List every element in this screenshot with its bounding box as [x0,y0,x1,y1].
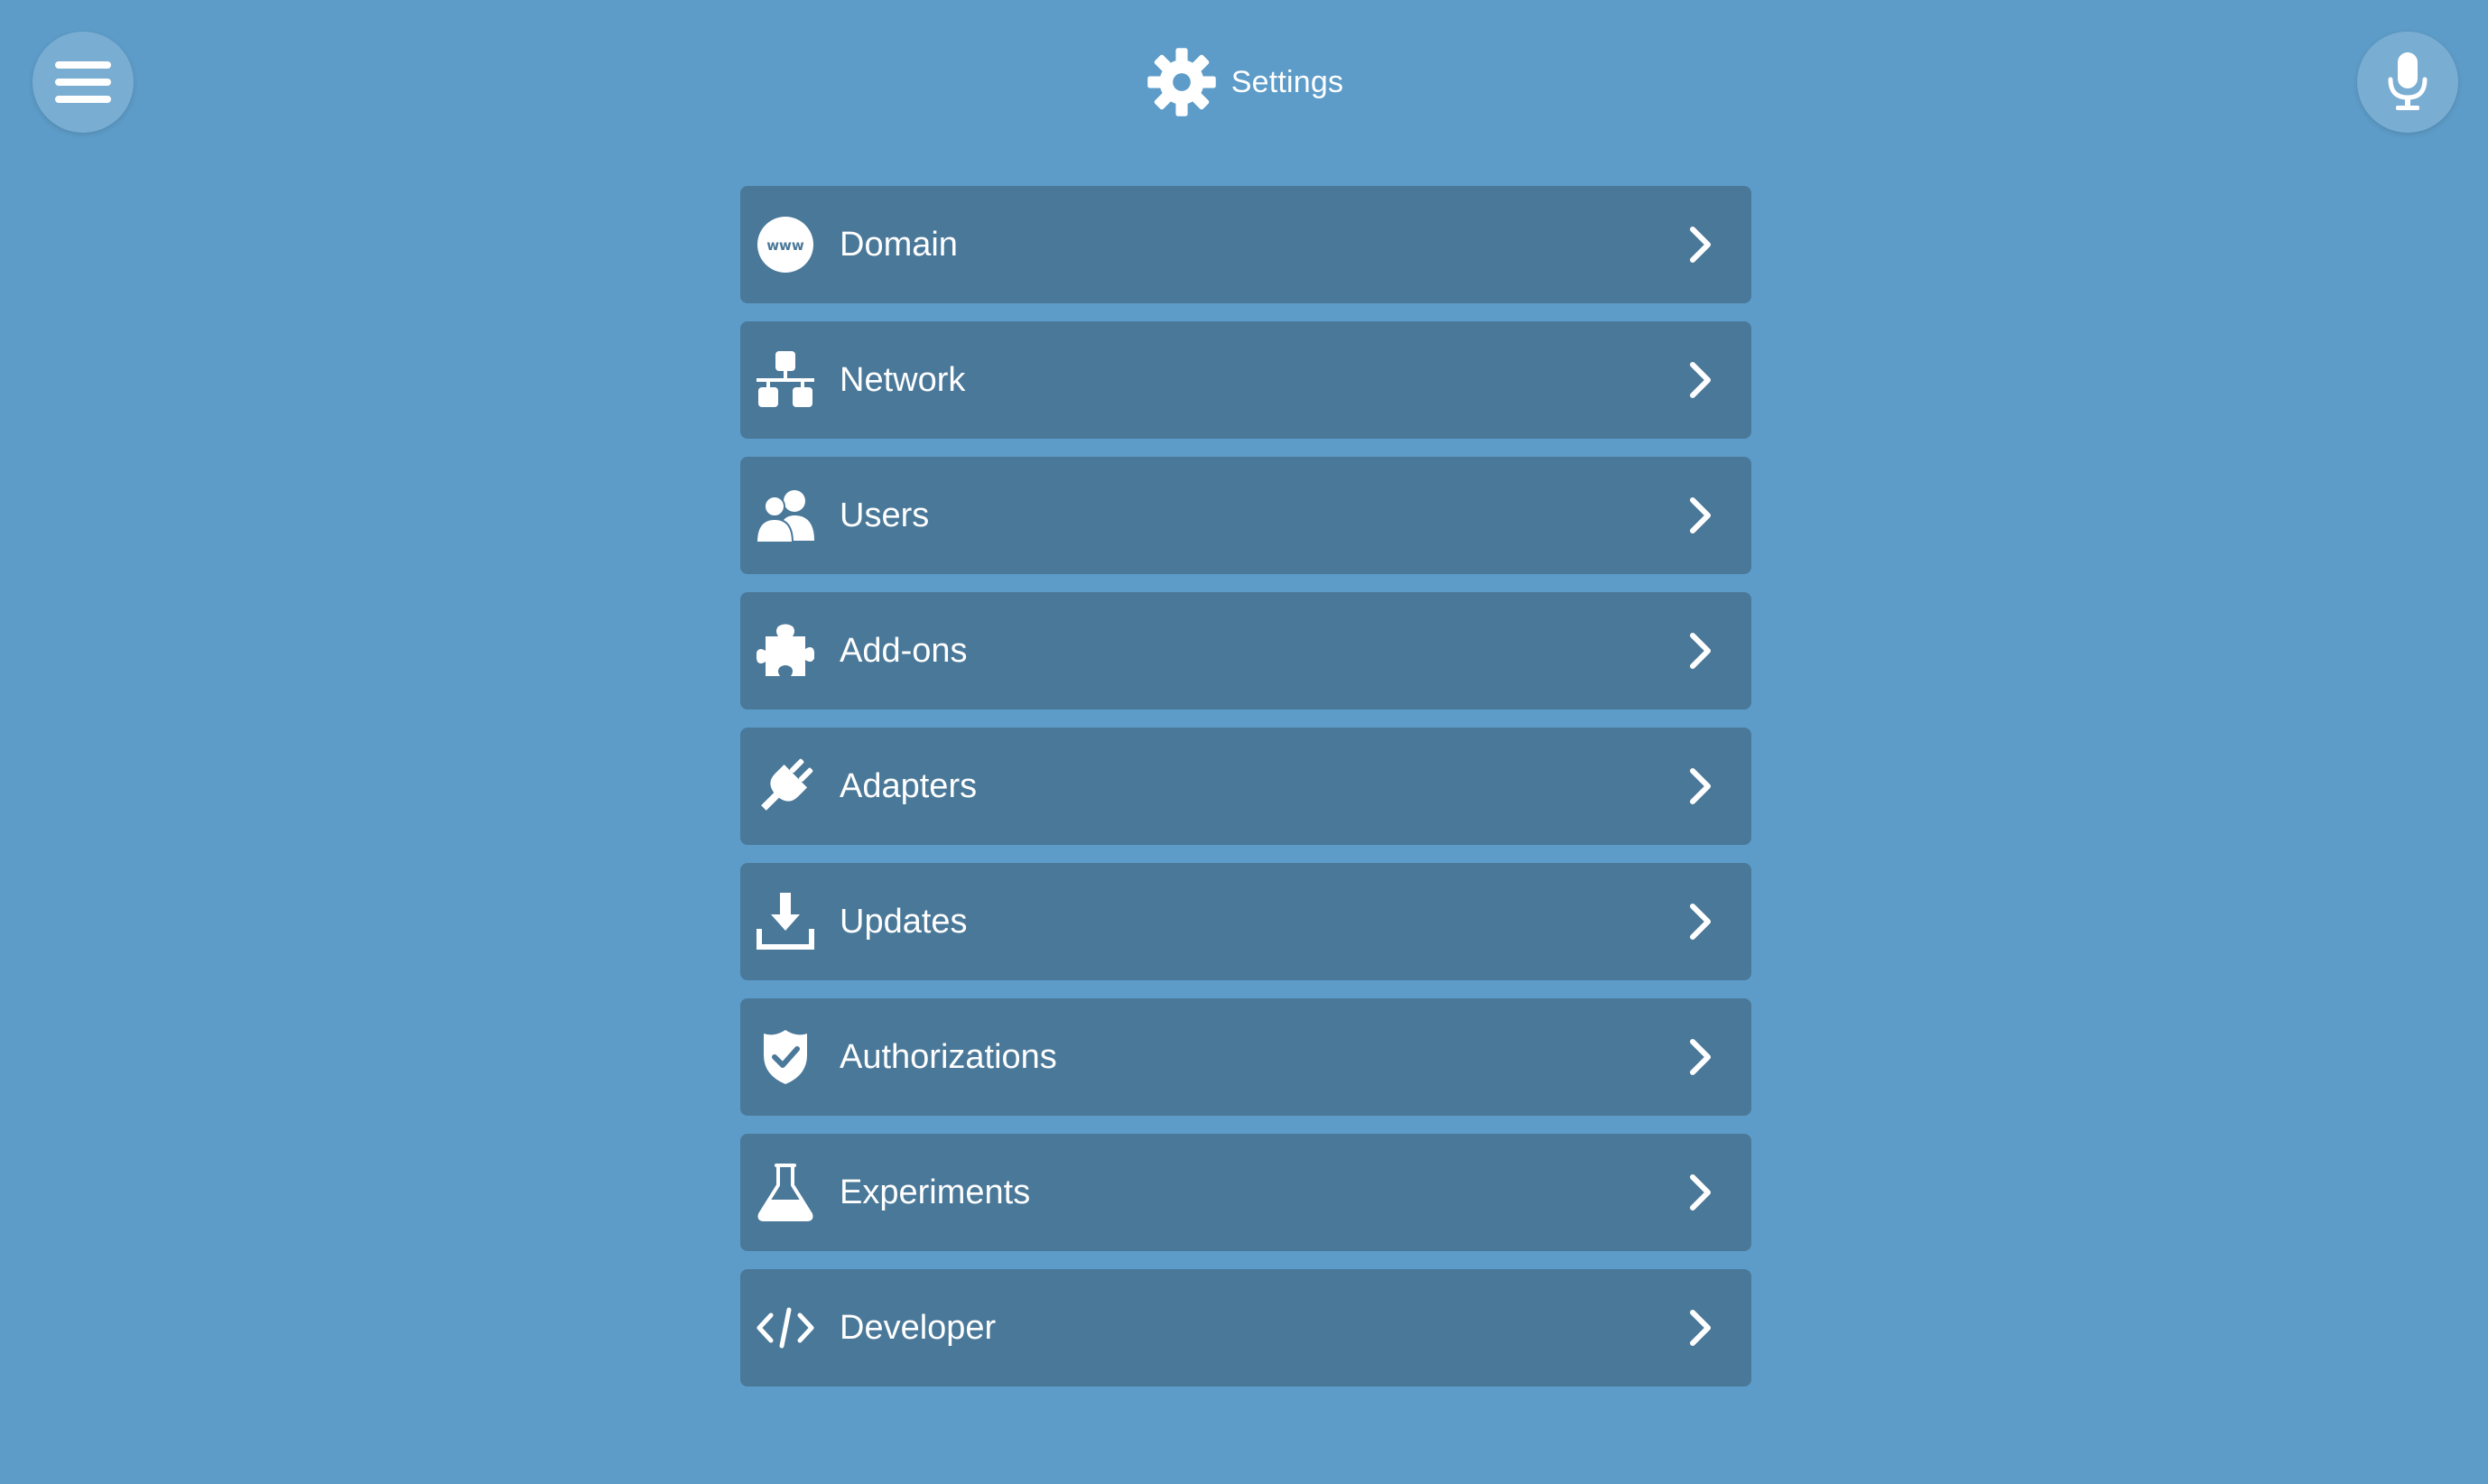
settings-item-network[interactable]: Network [740,321,1751,439]
voice-input-button[interactable] [2357,32,2458,133]
settings-item-developer[interactable]: Developer [740,1269,1751,1387]
puzzle-piece-icon [757,622,814,680]
settings-item-label: Updates [840,903,968,941]
www-globe-icon: www [757,216,814,274]
chevron-right-icon [1679,765,1721,807]
settings-item-updates[interactable]: Updates [740,863,1751,980]
chevron-right-icon [1679,1307,1721,1349]
settings-item-users[interactable]: Users [740,457,1751,574]
settings-item-label: Network [840,361,966,399]
page-header: Settings [0,42,2488,123]
settings-item-label: Domain [840,226,958,264]
settings-item-label: Adapters [840,767,978,805]
network-icon [757,351,814,409]
chevron-right-icon [1679,1172,1721,1213]
flask-icon [757,1164,814,1221]
chevron-right-icon [1679,630,1721,672]
settings-item-label: Authorizations [840,1038,1057,1076]
settings-item-experiments[interactable]: Experiments [740,1134,1751,1251]
settings-item-label: Users [840,496,930,534]
settings-list: www Domain Network Users Add-ons Adapter… [740,186,1751,1405]
svg-text:www: www [766,237,804,254]
settings-item-add-ons[interactable]: Add-ons [740,592,1751,710]
settings-item-domain[interactable]: www Domain [740,186,1751,303]
gear-icon [1147,48,1216,116]
settings-item-label: Developer [840,1309,997,1347]
settings-item-label: Experiments [840,1173,1031,1211]
settings-item-authorizations[interactable]: Authorizations [740,998,1751,1116]
chevron-right-icon [1679,359,1721,401]
settings-item-adapters[interactable]: Adapters [740,728,1751,845]
settings-item-label: Add-ons [840,632,968,670]
chevron-right-icon [1679,495,1721,536]
chevron-right-icon [1679,1036,1721,1078]
code-icon [757,1299,814,1357]
chevron-right-icon [1679,901,1721,942]
users-icon [757,487,814,544]
chevron-right-icon [1679,224,1721,265]
plug-icon [757,757,814,815]
download-icon [757,893,814,951]
shield-check-icon [757,1028,814,1086]
page-title: Settings [1230,64,1344,99]
microphone-icon [2388,52,2428,110]
